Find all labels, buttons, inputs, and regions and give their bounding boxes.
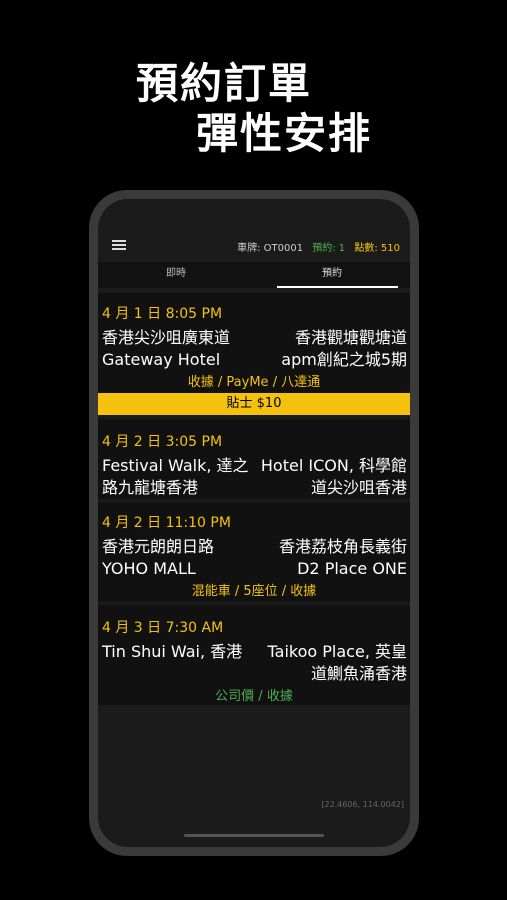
driver-status: 車牌: OT0001 預約: 1 點數: 510 xyxy=(237,239,400,254)
order-card[interactable]: 4 月 1 日 8:05 PM 香港尖沙咀廣東道 Gateway Hotel 香… xyxy=(98,293,410,415)
order-date: 4 月 2 日 3:05 PM xyxy=(102,434,223,450)
order-tags: 公司價 / 收據 xyxy=(215,689,293,704)
gps-coordinates: [22.4606, 114.0042] xyxy=(321,800,404,809)
tab-bar: 即時 預約 xyxy=(98,262,410,288)
phone-frame: 車牌: OT0001 預約: 1 點數: 510 即時 預約 4 月 1 日 8… xyxy=(89,190,419,856)
pickup-location: 香港尖沙咀廣東道 Gateway Hotel xyxy=(102,328,231,369)
order-date: 4 月 1 日 8:05 PM xyxy=(102,306,223,322)
order-card[interactable]: 4 月 2 日 11:10 PM 香港元朗朗日路 YOHO MALL 香港荔枝角… xyxy=(98,502,410,602)
plate-label: 車牌: OT0001 xyxy=(237,243,304,254)
tab-instant[interactable]: 即時 xyxy=(98,262,254,288)
dropoff-location: 香港觀塘觀塘道 apm創紀之城5期 xyxy=(281,328,407,369)
pickup-location: 香港元朗朗日路 YOHO MALL xyxy=(102,537,215,578)
dropoff-location: Hotel ICON, 科學館道尖沙咀香港 xyxy=(260,456,407,497)
order-card[interactable]: 4 月 3 日 7:30 AM Tin Shui Wai, 香港 Taikoo … xyxy=(98,605,410,705)
dropoff-location: 香港荔枝角長義街D2 Place ONE xyxy=(278,537,407,578)
order-tags: 混能車 / 5座位 / 收據 xyxy=(191,584,317,599)
order-tags: 收據 / PayMe / 八達通 xyxy=(187,375,321,390)
promo-headline-2: 彈性安排 xyxy=(196,109,373,158)
dropoff-location: Taikoo Place, 英皇道鰂魚涌香港 xyxy=(267,642,407,683)
app-top-bar: 車牌: OT0001 預約: 1 點數: 510 xyxy=(98,233,410,259)
order-card[interactable]: 4 月 2 日 3:05 PM Festival Walk, 達之路九龍塘香港 … xyxy=(98,419,410,499)
hamburger-menu-icon[interactable] xyxy=(112,240,126,250)
pickup-location: Tin Shui Wai, 香港 xyxy=(102,642,243,661)
tip-banner: 貼士 $10 xyxy=(98,393,410,415)
order-date: 4 月 3 日 7:30 AM xyxy=(102,620,224,636)
app-screen: 車牌: OT0001 預約: 1 點數: 510 即時 預約 4 月 1 日 8… xyxy=(98,199,410,847)
tab-booking[interactable]: 預約 xyxy=(254,262,410,288)
booking-count: 預約: 1 xyxy=(312,243,346,254)
home-indicator[interactable] xyxy=(184,834,324,837)
pickup-location: Festival Walk, 達之路九龍塘香港 xyxy=(102,456,249,497)
order-date: 4 月 2 日 11:10 PM xyxy=(102,515,231,531)
points-count: 點數: 510 xyxy=(354,243,400,254)
